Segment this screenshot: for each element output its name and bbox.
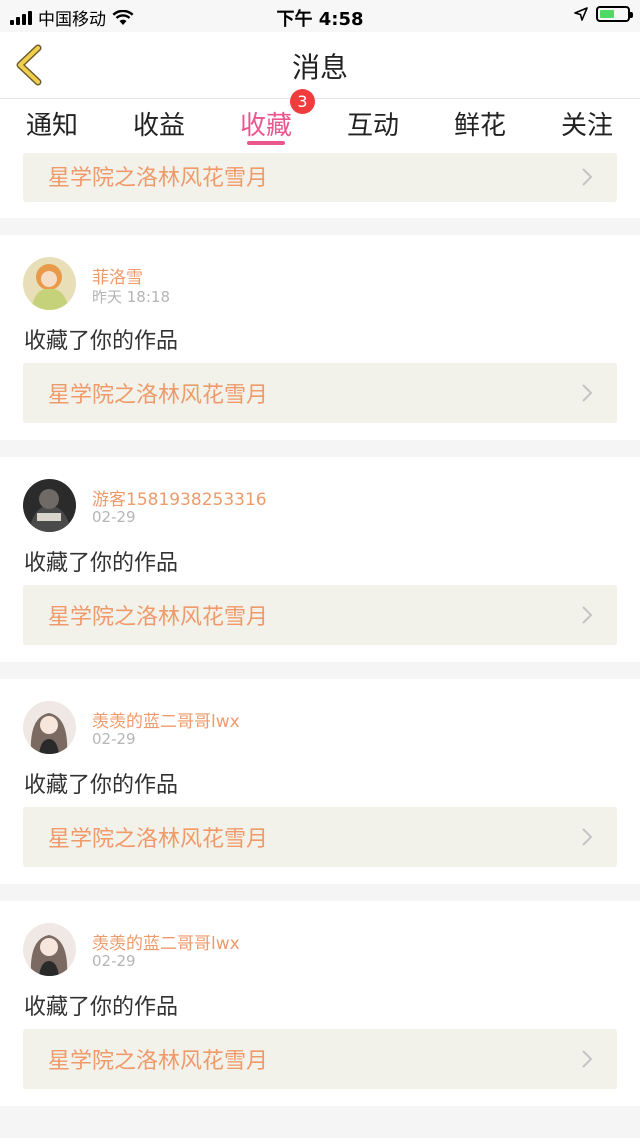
chevron-right-icon — [582, 168, 593, 186]
active-tab-indicator — [247, 141, 285, 145]
work-link[interactable]: 星学院之洛林风花雪月 — [23, 153, 617, 202]
message-text: 收藏了你的作品 — [24, 995, 179, 1020]
tab-flowers[interactable]: 鲜花 — [435, 105, 525, 142]
work-title: 星学院之洛林风花雪月 — [48, 605, 269, 630]
message-text: 收藏了你的作品 — [24, 551, 179, 576]
username[interactable]: 羡羡的蓝二哥哥lwx — [92, 707, 240, 732]
timestamp: 昨天 18:18 — [92, 288, 170, 306]
list-item: 羡羡的蓝二哥哥lwx 02-29 收藏了你的作品 星学院之洛林风花雪月 — [0, 679, 640, 884]
message-text: 收藏了你的作品 — [24, 329, 179, 354]
list-item: 游客1581938253316 02-29 收藏了你的作品 星学院之洛林风花雪月 — [0, 457, 640, 662]
battery-charging-icon — [596, 6, 633, 22]
list-item: 星学院之洛林风花雪月 — [0, 153, 640, 218]
location-arrow-icon — [574, 7, 588, 21]
tab-follows[interactable]: 关注 — [542, 105, 632, 142]
avatar[interactable] — [23, 257, 76, 310]
timestamp: 02-29 — [92, 952, 136, 970]
chevron-right-icon — [582, 828, 593, 846]
work-link[interactable]: 星学院之洛林风花雪月 — [23, 363, 617, 423]
avatar[interactable] — [23, 923, 76, 976]
username[interactable]: 游客1581938253316 — [92, 485, 267, 510]
timestamp: 02-29 — [92, 508, 136, 526]
work-link[interactable]: 星学院之洛林风花雪月 — [23, 585, 617, 645]
work-title: 星学院之洛林风花雪月 — [48, 1049, 269, 1074]
status-time: 下午 4:58 — [276, 9, 364, 30]
username[interactable]: 羡羡的蓝二哥哥lwx — [92, 929, 240, 954]
work-link[interactable]: 星学院之洛林风花雪月 — [23, 1029, 617, 1089]
work-title: 星学院之洛林风花雪月 — [48, 383, 269, 408]
chevron-right-icon — [582, 606, 593, 624]
tab-notifications[interactable]: 通知 — [7, 105, 97, 142]
work-title: 星学院之洛林风花雪月 — [48, 827, 269, 852]
status-right — [574, 6, 633, 22]
favorites-count-badge: 3 — [290, 89, 315, 114]
list-item: 菲洛雪 昨天 18:18 收藏了你的作品 星学院之洛林风花雪月 — [0, 235, 640, 440]
status-bar: 中国移动 下午 4:58 — [0, 0, 640, 32]
tab-bar: 通知 收益 收藏 3 互动 鲜花 关注 — [0, 89, 640, 153]
work-title: 星学院之洛林风花雪月 — [48, 166, 269, 191]
page-title: 消息 — [291, 51, 348, 84]
avatar[interactable] — [23, 701, 76, 754]
battery-fill — [600, 10, 614, 18]
tab-interactions[interactable]: 互动 — [328, 105, 418, 142]
message-text: 收藏了你的作品 — [24, 773, 179, 798]
avatar[interactable] — [23, 479, 76, 532]
chevron-right-icon — [582, 384, 593, 402]
chevron-right-icon — [582, 1050, 593, 1068]
nav-bar: 消息 — [0, 32, 640, 99]
list-item: 羡羡的蓝二哥哥lwx 02-29 收藏了你的作品 星学院之洛林风花雪月 — [0, 901, 640, 1106]
work-link[interactable]: 星学院之洛林风花雪月 — [23, 807, 617, 867]
timestamp: 02-29 — [92, 730, 136, 748]
username[interactable]: 菲洛雪 — [92, 263, 143, 288]
tab-earnings[interactable]: 收益 — [114, 105, 204, 142]
